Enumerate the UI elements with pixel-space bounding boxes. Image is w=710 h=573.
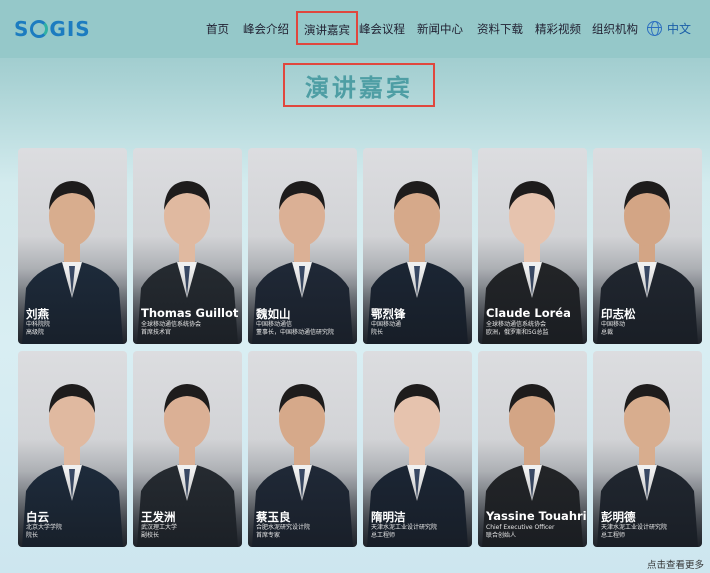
language-switch[interactable]: 中文 bbox=[647, 20, 691, 37]
speaker-org: 全球移动通信系统协会 bbox=[486, 321, 547, 328]
speaker-name: 印志松 bbox=[601, 307, 636, 321]
speaker-org: 合肥水泥研究设计院 bbox=[256, 524, 311, 531]
speaker-name: Thomas Guillot bbox=[141, 306, 239, 320]
speaker-org: Chief Executive Officer bbox=[486, 524, 555, 531]
speaker-card[interactable]: 鄂烈锋 中国移动通 院长 bbox=[363, 148, 472, 344]
speaker-card[interactable]: Yassine Touahri Chief Executive Officer 联合… bbox=[478, 351, 587, 547]
speaker-card[interactable]: 刘燕 中科院院 高级院 bbox=[18, 148, 127, 344]
speaker-title: 欧洲，俄罗斯和5G总监 bbox=[486, 329, 549, 336]
speaker-name: 刘燕 bbox=[26, 307, 49, 321]
speaker-card[interactable]: Claude Loréa 全球移动通信系统协会 欧洲，俄罗斯和5G总监 bbox=[478, 148, 587, 344]
speaker-org: 天津水泥工业设计研究院 bbox=[371, 524, 438, 531]
nav-summit-intro[interactable]: 峰会介绍 bbox=[243, 21, 289, 37]
speaker-org: 北京大学学院 bbox=[26, 524, 63, 531]
speaker-title: 总裁 bbox=[601, 329, 614, 336]
speaker-card[interactable]: 隋明洁 天津水泥工业设计研究院 总工程师 bbox=[363, 351, 472, 547]
speaker-org: 中国移动通信 bbox=[256, 321, 293, 328]
speaker-card[interactable]: 王发洲 武汉理工大学 副校长 bbox=[133, 351, 242, 547]
nav-news[interactable]: 新闻中心 bbox=[417, 21, 463, 37]
nav-agenda[interactable]: 峰会议程 bbox=[359, 21, 405, 37]
logo-ring-icon bbox=[30, 20, 49, 38]
speaker-name: Yassine Touahri bbox=[486, 509, 587, 523]
speaker-org: 武汉理工大学 bbox=[141, 524, 178, 531]
speaker-title: 院长 bbox=[26, 532, 39, 539]
speaker-card[interactable]: 魏如山 中国移动通信 董事长，中国移动通信研究院 bbox=[248, 148, 357, 344]
language-label: 中文 bbox=[667, 22, 692, 36]
view-more-link[interactable]: 点击查看更多 bbox=[647, 557, 704, 571]
scgis-logo[interactable]: S GIS bbox=[14, 14, 91, 44]
speaker-title: 总工程师 bbox=[601, 532, 626, 539]
speaker-org: 全球移动通信系统协会 bbox=[141, 321, 202, 328]
speaker-title: 院长 bbox=[371, 329, 384, 336]
nav-speakers[interactable]: 演讲嘉宾 bbox=[296, 11, 358, 45]
speaker-name: 王发洲 bbox=[141, 510, 176, 524]
speaker-title: 高级院 bbox=[26, 329, 45, 336]
speaker-title: 副校长 bbox=[141, 532, 160, 539]
speaker-card[interactable]: 白云 北京大学学院 院长 bbox=[18, 351, 127, 547]
speaker-title: 首席技术官 bbox=[141, 329, 172, 336]
speaker-name: 隋明洁 bbox=[371, 510, 406, 524]
speaker-title: 首席专家 bbox=[256, 532, 281, 539]
speaker-name: Claude Loréa bbox=[486, 306, 571, 320]
speaker-card[interactable]: Thomas Guillot 全球移动通信系统协会 首席技术官 bbox=[133, 148, 242, 344]
nav-home[interactable]: 首页 bbox=[206, 21, 229, 37]
speaker-name: 白云 bbox=[26, 510, 49, 524]
speaker-card[interactable]: 蔡玉良 合肥水泥研究设计院 首席专家 bbox=[248, 351, 357, 547]
nav-organization[interactable]: 组织机构 bbox=[592, 21, 638, 37]
speaker-name: 魏如山 bbox=[256, 307, 291, 321]
speaker-org: 中科院院 bbox=[26, 321, 51, 328]
speaker-name: 鄂烈锋 bbox=[371, 307, 406, 321]
speaker-name: 彭明德 bbox=[601, 510, 636, 524]
speaker-title: 联合创始人 bbox=[486, 532, 517, 539]
speaker-org: 中国移动 bbox=[601, 321, 626, 328]
speaker-name: 蔡玉良 bbox=[256, 510, 291, 524]
logo-text-right: GIS bbox=[49, 17, 91, 41]
top-header: S GIS 首页 峰会介绍 演讲嘉宾 峰会议程 新闻中心 资料下载 精彩视频 组… bbox=[0, 0, 710, 58]
globe-icon bbox=[647, 21, 662, 36]
speaker-org: 天津水泥工业设计研究院 bbox=[601, 524, 668, 531]
speaker-org: 中国移动通 bbox=[371, 321, 402, 328]
speaker-card[interactable]: 彭明德 天津水泥工业设计研究院 总工程师 bbox=[593, 351, 702, 547]
nav-videos[interactable]: 精彩视频 bbox=[535, 21, 581, 37]
page-title: 演讲嘉宾 bbox=[283, 63, 435, 107]
speaker-card[interactable]: 印志松 中国移动 总裁 bbox=[593, 148, 702, 344]
nav-downloads[interactable]: 资料下载 bbox=[477, 21, 523, 37]
speaker-title: 董事长，中国移动通信研究院 bbox=[256, 329, 335, 336]
logo-text-left: S bbox=[14, 17, 30, 41]
speaker-title: 总工程师 bbox=[371, 532, 396, 539]
